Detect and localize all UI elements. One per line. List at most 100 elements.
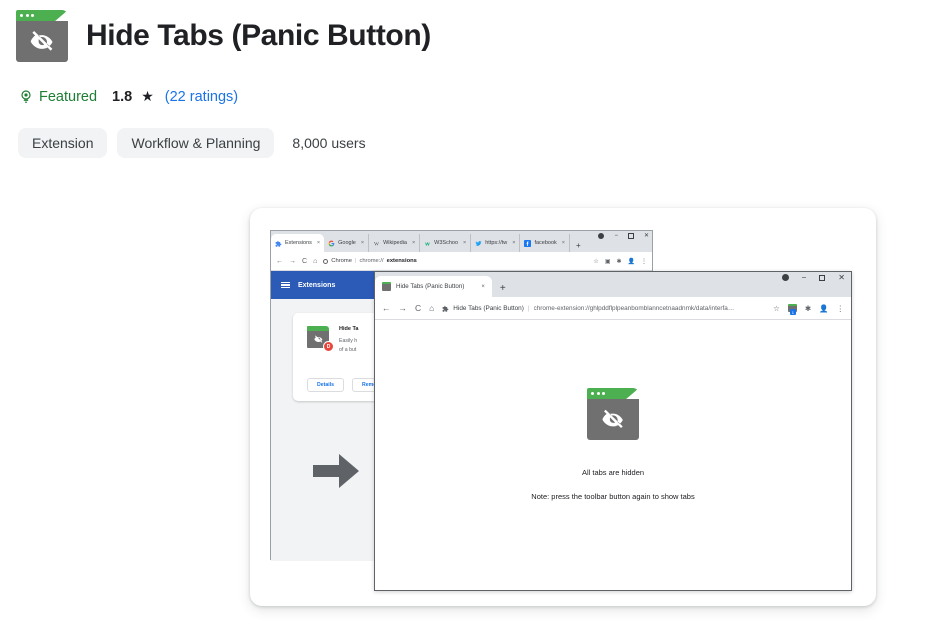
front-url-separator: |: [527, 304, 530, 312]
hamburger-menu-icon[interactable]: [281, 281, 290, 289]
twitter-icon: [475, 240, 482, 246]
back-omnibox-actions: ☆ ▣ ✱ 👤 ⋮: [593, 258, 647, 265]
right-arrow-icon: [313, 454, 359, 488]
tab-title: Wikipedia: [383, 240, 407, 246]
tab-close-icon[interactable]: ×: [481, 284, 485, 290]
front-window-dot-icon: [781, 274, 789, 281]
front-minimize-button[interactable]: −: [802, 273, 807, 282]
tab-close-icon[interactable]: ×: [317, 240, 320, 246]
extension-chips-row: Extension Workflow & Planning 8,000 user…: [18, 128, 366, 158]
front-extensions-icon[interactable]: ✱: [805, 304, 811, 313]
tab-title: W3Schoo: [434, 240, 459, 246]
front-omnibox[interactable]: Hide Tabs (Panic Button) | chrome-extens…: [442, 305, 765, 312]
front-extension-toolbar-icon[interactable]: 1: [787, 304, 797, 315]
back-tab-facebook[interactable]: facebook ×: [520, 234, 571, 252]
screenshot-preview-card[interactable]: Extensions × Google × W Wikipedia × W W3…: [250, 208, 876, 606]
facebook-icon: [524, 239, 532, 247]
hide-tabs-page-content: All tabs are hidden Note: press the tool…: [375, 320, 851, 590]
extension-error-badge: D: [323, 341, 334, 352]
tab-title: facebook: [534, 240, 557, 246]
front-nav-reload-icon[interactable]: C: [415, 303, 421, 313]
eye-off-icon: [30, 30, 53, 51]
tab-title: Extensions: [285, 240, 312, 246]
toolbar-button-note: Note: press the toolbar button again to …: [531, 492, 695, 501]
front-window-tabstrip: Hide Tabs (Panic Button) × + − ✕: [375, 272, 851, 297]
back-url-separator: |: [354, 258, 357, 264]
ratings-count-link[interactable]: (22 ratings): [165, 89, 238, 105]
tab-title: https://tw: [485, 240, 508, 246]
details-button[interactable]: Details: [307, 378, 345, 392]
back-tab-w3schools[interactable]: W W3Schoo ×: [420, 234, 472, 252]
back-profile-icon[interactable]: 👤: [628, 258, 635, 265]
back-nav-forward-icon[interactable]: →: [289, 258, 296, 265]
google-icon: [328, 240, 335, 246]
extensions-page-title: Extensions: [298, 281, 336, 289]
wikipedia-icon: W: [374, 241, 379, 247]
page-icon-dots: [591, 391, 605, 395]
tab-close-icon[interactable]: ×: [512, 240, 515, 246]
back-tab-twitter[interactable]: https://tw ×: [471, 234, 521, 252]
back-url-prefix: Chrome: [331, 258, 352, 264]
back-window-controls: − ✕: [598, 232, 649, 239]
award-badge-icon: [21, 89, 31, 103]
eye-off-icon: [602, 409, 623, 428]
tab-close-icon[interactable]: ×: [463, 240, 466, 246]
chip-category[interactable]: Workflow & Planning: [117, 128, 275, 158]
extension-badge-count: 1: [789, 309, 796, 315]
puzzle-icon: [275, 240, 282, 247]
back-bookmark-icon[interactable]: ☆: [593, 258, 598, 265]
back-nav-home-icon[interactable]: ⌂: [313, 258, 317, 265]
tab-close-icon[interactable]: ×: [412, 240, 415, 246]
w3schools-icon: W: [425, 241, 430, 246]
hide-tabs-extension-icon: [587, 388, 639, 440]
front-nav-forward-icon[interactable]: →: [399, 303, 408, 313]
front-window-omnibox-bar: ← → C ⌂ Hide Tabs (Panic Button) | chrom…: [375, 297, 851, 320]
back-minimize-button[interactable]: −: [614, 233, 618, 239]
featured-label: Featured: [39, 88, 98, 105]
back-maximize-button[interactable]: [627, 232, 634, 239]
tab-title: Google: [338, 240, 356, 246]
back-nav-reload-icon[interactable]: C: [302, 258, 307, 265]
front-menu-icon[interactable]: ⋮: [837, 304, 845, 313]
settings-globe-icon: [323, 258, 329, 264]
tab-close-icon[interactable]: ×: [361, 240, 364, 246]
front-url-text: chrome-extension://ghlpddflplpeanbomblan…: [533, 304, 735, 312]
hide-tabs-extension-icon: [16, 10, 68, 62]
back-tab-google[interactable]: Google ×: [324, 234, 370, 252]
back-omnibox[interactable]: Chrome | chrome://extensions: [323, 258, 587, 264]
front-new-tab-button[interactable]: +: [492, 283, 514, 297]
back-menu-icon[interactable]: ⋮: [641, 258, 647, 265]
front-window-controls: − ✕: [781, 273, 845, 282]
front-maximize-button[interactable]: [819, 274, 826, 281]
svg-text:W: W: [425, 241, 430, 246]
back-new-tab-button[interactable]: +: [570, 241, 587, 252]
back-nav-back-icon[interactable]: ←: [276, 258, 283, 265]
tab-title: Hide Tabs (Panic Button): [396, 283, 465, 290]
front-nav-back-icon[interactable]: ←: [382, 303, 391, 313]
puzzle-icon: [442, 305, 449, 312]
front-tab-hide-tabs[interactable]: Hide Tabs (Panic Button) ×: [375, 276, 492, 297]
front-close-button[interactable]: ✕: [838, 273, 845, 282]
back-url-path: extensions: [386, 258, 417, 264]
back-window-tabstrip: Extensions × Google × W Wikipedia × W W3…: [271, 231, 652, 252]
front-site-label: Hide Tabs (Panic Button): [453, 304, 524, 312]
featured-badge: Featured: [18, 89, 97, 105]
page-title: Hide Tabs (Panic Button): [86, 19, 431, 52]
svg-text:W: W: [374, 241, 379, 247]
front-nav-home-icon[interactable]: ⌂: [429, 303, 434, 313]
back-tab-wikipedia[interactable]: W Wikipedia ×: [369, 234, 421, 252]
eye-off-icon: [313, 335, 322, 343]
front-bookmark-icon[interactable]: ☆: [773, 304, 780, 313]
extension-header: Hide Tabs (Panic Button): [16, 10, 431, 62]
back-cast-icon[interactable]: ▣: [605, 258, 611, 265]
hide-tabs-icon: [382, 282, 391, 291]
front-profile-icon[interactable]: 👤: [819, 304, 828, 313]
back-tab-extensions[interactable]: Extensions ×: [271, 234, 325, 252]
chip-extension-type[interactable]: Extension: [18, 128, 108, 158]
page-icon-body: [587, 399, 639, 440]
tab-close-icon[interactable]: ×: [562, 240, 565, 246]
back-close-button[interactable]: ✕: [644, 232, 649, 239]
back-extensions-icon[interactable]: ✱: [616, 258, 621, 265]
extension-card-name: Hide Ta: [339, 326, 359, 332]
back-window-dot-icon: [598, 232, 605, 239]
